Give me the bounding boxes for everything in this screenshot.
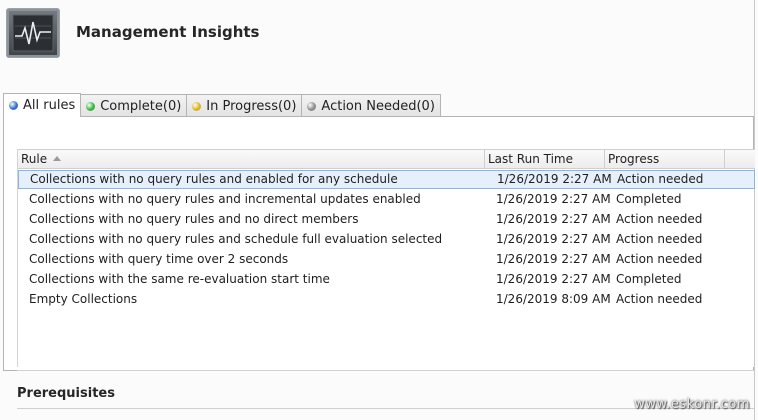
cell-progress: Completed (616, 272, 682, 286)
tab-label: Complete(0) (100, 98, 182, 114)
tab-action-needed[interactable]: Action Needed(0) (302, 94, 441, 117)
cell-rule: Empty Collections (29, 292, 138, 306)
cell-progress: Action needed (616, 292, 703, 306)
cell-last-run-time: 1/26/2019 2:27 AM (496, 252, 611, 266)
column-header-rule[interactable]: Rule (18, 150, 485, 169)
cell-last-run-time: 1/26/2019 2:27 AM (496, 192, 611, 206)
table-row[interactable]: Collections with no query rules and sche… (18, 230, 755, 249)
table-row[interactable]: Empty Collections 1/26/2019 8:09 AM Action… (18, 290, 755, 309)
column-header-last-run-time[interactable]: Last Run Time (485, 150, 605, 169)
cell-rule: Collections with query time over 2 secon… (29, 252, 289, 266)
cell-rule: Collections with no query rules and no d… (29, 212, 359, 226)
tab-all-rules[interactable]: All rules (3, 93, 82, 117)
cell-last-run-time: 1/26/2019 2:27 AM (496, 212, 611, 226)
tab-complete[interactable]: Complete(0) (81, 94, 188, 117)
column-header-label: Progress (608, 152, 660, 166)
section-divider (17, 370, 754, 371)
cell-last-run-time: 1/26/2019 2:27 AM (496, 272, 611, 286)
sort-ascending-icon (53, 156, 62, 161)
cell-rule: Collections with the same re-evaluation … (29, 272, 330, 286)
filter-tabs: All rules Complete(0) In Progress(0) Action… (3, 93, 441, 117)
status-dot-icon (86, 101, 96, 111)
cell-last-run-time: 1/26/2019 2:27 AM (497, 172, 612, 186)
grid-header: Rule Last Run Time Progress (18, 149, 755, 169)
cell-last-run-time: 1/26/2019 2:27 AM (496, 232, 611, 246)
column-header-progress[interactable]: Progress (605, 150, 725, 169)
status-dot-icon (9, 101, 18, 110)
status-dot-icon (307, 101, 317, 111)
tab-label: In Progress(0) (206, 98, 297, 114)
cell-rule: Collections with no query rules and enab… (30, 172, 398, 186)
column-header-label: Rule (21, 152, 48, 166)
cell-rule: Collections with no query rules and sche… (29, 232, 443, 246)
table-row[interactable]: Collections with the same re-evaluation … (18, 270, 755, 289)
table-row[interactable]: Collections with query time over 2 secon… (18, 250, 755, 269)
table-row[interactable]: Collections with no query rules and enab… (18, 170, 755, 189)
tab-in-progress[interactable]: In Progress(0) (187, 94, 303, 117)
rules-grid: Rule Last Run Time Progress Collections … (17, 149, 755, 367)
cell-progress: Action needed (616, 212, 703, 226)
cell-progress: Action needed (617, 172, 704, 186)
watermark: www.eskonr.com (634, 397, 750, 412)
status-dot-icon (192, 101, 202, 111)
table-row[interactable]: Collections with no query rules and no d… (18, 210, 755, 229)
monitor-chart-icon (6, 8, 60, 58)
table-row[interactable]: Collections with no query rules and incr… (18, 190, 755, 209)
page-title: Management Insights (76, 23, 260, 41)
cell-rule: Collections with no query rules and incr… (29, 192, 421, 206)
cell-last-run-time: 1/26/2019 8:09 AM (496, 292, 611, 306)
tab-label: Action Needed(0) (321, 98, 435, 114)
column-header-label: Last Run Time (488, 152, 574, 166)
cell-progress: Completed (616, 192, 682, 206)
cell-progress: Action needed (616, 232, 703, 246)
prerequisites-heading: Prerequisites (17, 386, 115, 401)
tab-label: All rules (23, 98, 76, 113)
cell-progress: Action needed (616, 252, 703, 266)
